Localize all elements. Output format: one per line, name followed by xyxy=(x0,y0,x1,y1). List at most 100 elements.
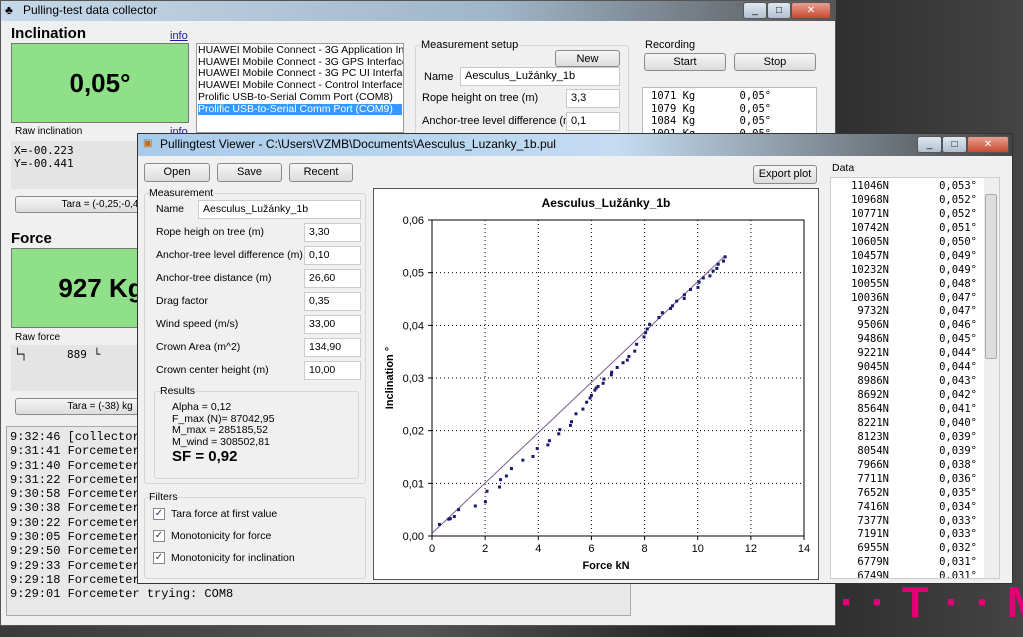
data-force: 8123N xyxy=(857,430,889,443)
data-point xyxy=(627,354,631,358)
data-row: 7191N 0,033° xyxy=(831,528,999,542)
data-inclination: 0,032° xyxy=(939,542,977,555)
log-line: 9:29:01 Forcemeter trying: COM8 xyxy=(10,587,234,602)
field-label-6: Crown Area (m^2) xyxy=(156,341,241,353)
data-point xyxy=(682,293,686,297)
data-point xyxy=(642,335,646,339)
data-point xyxy=(708,274,712,278)
data-point xyxy=(670,304,674,308)
recording-list[interactable]: 1071 Kg 0,05°1079 Kg 0,05°1084 Kg 0,05°1… xyxy=(642,87,817,137)
port-list[interactable]: HUAWEI Mobile Connect - 3G Application I… xyxy=(196,43,404,133)
data-inclination: 0,052° xyxy=(939,207,977,220)
field-input-2[interactable]: 0,10 xyxy=(304,246,361,265)
field-input-4[interactable]: 0,35 xyxy=(304,292,361,311)
field-input-5[interactable]: 33,00 xyxy=(304,315,361,334)
data-point xyxy=(473,504,477,508)
y-tick-label: 0,03 xyxy=(403,373,424,385)
minimize-button[interactable]: _ xyxy=(743,2,767,19)
filter-checkbox-1[interactable]: ✓ Monotonicity for force xyxy=(153,530,271,543)
data-point xyxy=(452,515,456,519)
export-plot-button[interactable]: Export plot xyxy=(753,165,817,184)
data-force: 7191N xyxy=(857,528,889,541)
filter-label: Monotonicity for inclination xyxy=(171,552,295,564)
data-inclination: 0,036° xyxy=(939,472,977,485)
field-input-0[interactable]: Aesculus_Lužánky_1b xyxy=(198,200,361,219)
data-inclination: 0,052° xyxy=(939,193,977,206)
y-tick-label: 0,00 xyxy=(403,531,424,543)
viewer-close-button[interactable]: ✕ xyxy=(967,136,1009,153)
data-point xyxy=(596,384,600,388)
data-point xyxy=(701,276,705,280)
setup-name-label: Name xyxy=(424,71,454,83)
plot-area: 0 2 4 6 8 10 12 14 0,00 0,01 0,02 0,03 0,04 0,05 0,06 A… xyxy=(373,188,819,580)
data-inclination: 0,040° xyxy=(939,416,977,429)
data-point xyxy=(581,407,585,411)
viewer-maximize-button[interactable]: □ xyxy=(942,136,967,153)
data-inclination: 0,044° xyxy=(939,347,977,360)
setup-anchor-field[interactable]: 0,1 xyxy=(566,112,620,131)
field-input-6[interactable]: 134,90 xyxy=(304,338,361,357)
data-inclination: 0,038° xyxy=(939,458,977,471)
data-list[interactable]: 11046N 0,053° 10968N 0,052° 10771N 0,052° 1074… xyxy=(830,177,1000,579)
maximize-button[interactable]: □ xyxy=(767,2,791,19)
save-button[interactable]: Save xyxy=(217,163,282,182)
data-point xyxy=(645,327,649,331)
field-label-4: Drag factor xyxy=(156,295,208,307)
new-button[interactable]: New xyxy=(555,50,620,67)
port-item[interactable]: Prolific USB-to-Serial Comm Port (COM8) xyxy=(198,91,402,104)
setup-rope-field[interactable]: 3,3 xyxy=(566,89,620,108)
data-force: 10457N xyxy=(851,249,889,262)
filter-checkbox-2[interactable]: ✓ Monotonicity for inclination xyxy=(153,552,295,565)
viewer-minimize-button[interactable]: _ xyxy=(917,136,942,153)
checkbox-icon[interactable]: ✓ xyxy=(153,508,165,521)
data-force: 7711N xyxy=(857,472,889,485)
field-label-5: Wind speed (m/s) xyxy=(156,318,239,330)
data-row: 7377N 0,033° xyxy=(831,515,999,529)
data-point xyxy=(588,396,592,400)
data-force: 8054N xyxy=(857,444,889,457)
data-point xyxy=(715,266,719,270)
start-button[interactable]: Start xyxy=(644,53,726,71)
viewer-window: ▣ Pullingtest Viewer - C:\Users\VZMB\Doc… xyxy=(137,133,1013,584)
raw-force-label: Raw force xyxy=(15,332,61,343)
data-point xyxy=(589,393,593,397)
data-scrollbar[interactable] xyxy=(984,178,999,578)
setup-name-field[interactable]: Aesculus_Lužánky_1b xyxy=(460,67,620,86)
scroll-thumb[interactable] xyxy=(985,194,997,359)
checkbox-icon[interactable]: ✓ xyxy=(153,530,165,543)
data-inclination: 0,049° xyxy=(939,263,977,276)
recent-button[interactable]: Recent xyxy=(289,163,353,182)
field-input-7[interactable]: 10,00 xyxy=(304,361,361,380)
data-point xyxy=(609,373,613,377)
open-button[interactable]: Open xyxy=(144,163,210,182)
field-input-1[interactable]: 3,30 xyxy=(304,223,361,242)
data-inclination: 0,039° xyxy=(939,430,977,443)
data-force: 8221N xyxy=(857,416,889,429)
data-point xyxy=(696,285,700,289)
data-row: 10605N 0,050° xyxy=(831,236,999,250)
filter-checkbox-0[interactable]: ✓ Tara force at first value xyxy=(153,508,277,521)
data-point xyxy=(621,361,625,365)
x-tick-label: 0 xyxy=(429,543,435,555)
field-input-3[interactable]: 26,60 xyxy=(304,269,361,288)
stop-button[interactable]: Stop xyxy=(734,53,816,71)
port-item[interactable]: Prolific USB-to-Serial Comm Port (COM9) xyxy=(198,103,402,116)
measurement-setup-label: Measurement setup xyxy=(421,39,519,51)
recording-label: Recording xyxy=(645,39,696,51)
port-item[interactable]: HUAWEI Mobile Connect - 3G Application I… xyxy=(198,44,403,57)
scatter-chart: 0 2 4 6 8 10 12 14 0,00 0,01 0,02 0,03 0,04 0,05 0,06 A… xyxy=(384,196,810,572)
data-inclination: 0,049° xyxy=(939,249,977,262)
data-point xyxy=(535,447,539,451)
data-inclination: 0,053° xyxy=(939,180,977,192)
data-inclination: 0,033° xyxy=(939,528,977,541)
x-tick-label: 14 xyxy=(798,543,810,555)
checkbox-icon[interactable]: ✓ xyxy=(153,552,165,565)
data-force: 10232N xyxy=(851,263,889,276)
data-inclination: 0,031° xyxy=(939,570,977,579)
data-row: 10968N 0,052° xyxy=(831,194,999,208)
data-point xyxy=(601,381,605,385)
inclination-info-link[interactable]: info xyxy=(170,30,188,42)
x-tick-label: 2 xyxy=(482,543,488,555)
data-row: 7966N 0,038° xyxy=(831,459,999,473)
close-button[interactable]: ✕ xyxy=(791,2,831,19)
